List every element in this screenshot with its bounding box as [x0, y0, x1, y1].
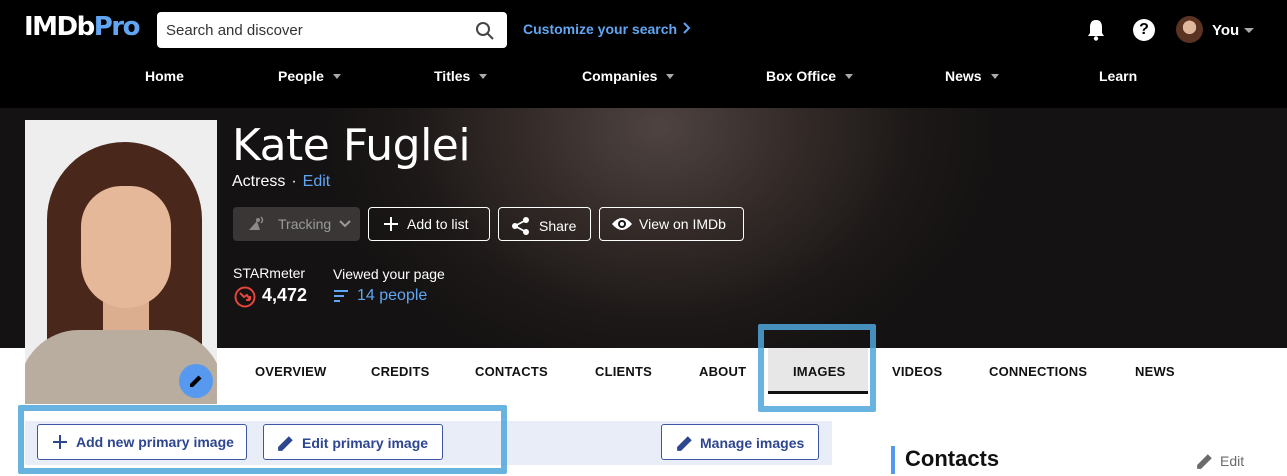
nav-item-companies[interactable]: Companies — [582, 68, 675, 84]
view-on-imdb-label: View on IMDb — [639, 216, 726, 232]
chevron-down-icon — [332, 74, 341, 79]
tracking-button[interactable]: Tracking — [233, 207, 360, 241]
edit-role-link[interactable]: Edit — [303, 173, 331, 190]
pencil-icon — [190, 375, 202, 387]
user-avatar[interactable] — [1176, 16, 1203, 43]
nav-item-label: Learn — [1099, 68, 1138, 84]
viewed-page-label: Viewed your page — [333, 266, 445, 282]
nav-item-label: News — [945, 68, 982, 84]
add-to-list-button[interactable]: Add to list — [368, 207, 490, 241]
view-on-imdb-button[interactable]: View on IMDb — [599, 207, 744, 241]
contacts-accent-bar — [891, 446, 895, 474]
viewed-page-count[interactable]: 14 people — [357, 287, 427, 305]
contacts-edit-label: Edit — [1220, 453, 1245, 469]
profile-role-line: Actress · Edit — [232, 173, 330, 191]
profile-name: Kate Fuglei — [232, 120, 471, 171]
tab-about[interactable]: ABOUT — [699, 364, 746, 379]
eye-icon — [612, 218, 632, 230]
profile-role: Actress — [232, 173, 286, 190]
user-menu-label[interactable]: You — [1212, 22, 1239, 39]
nav-item-label: Home — [145, 68, 184, 84]
manage-images-button[interactable]: Manage images — [661, 424, 819, 460]
nav-item-label: People — [278, 68, 324, 84]
trend-down-icon — [234, 286, 256, 308]
list-lines-icon — [334, 290, 348, 302]
role-separator: · — [291, 173, 297, 190]
plus-icon — [384, 217, 398, 231]
images-tab-highlight — [758, 324, 876, 412]
pencil-icon — [1197, 454, 1212, 469]
starmeter-value: 4,472 — [262, 285, 308, 305]
nav-item-learn[interactable]: Learn — [1099, 68, 1137, 84]
contacts-edit-button[interactable]: Edit — [1196, 452, 1244, 470]
customize-search-label: Customize your search — [523, 21, 678, 37]
tab-contacts[interactable]: CONTACTS — [475, 364, 548, 379]
tab-videos[interactable]: VIDEOS — [892, 364, 942, 379]
tab-overview[interactable]: OVERVIEW — [255, 364, 326, 379]
customize-search-link[interactable]: Customize your search — [523, 21, 691, 37]
chevron-down-icon — [666, 74, 675, 79]
search-box — [157, 12, 507, 48]
tab-credits[interactable]: CREDITS — [371, 364, 429, 379]
share-button[interactable]: Share — [498, 207, 591, 241]
nav-item-label: Companies — [582, 68, 658, 84]
profile-photo[interactable] — [25, 120, 217, 404]
nav-item-label: Box Office — [766, 68, 837, 84]
search-input[interactable] — [157, 12, 457, 48]
chevron-down-icon — [339, 220, 351, 228]
manage-images-label: Manage images — [700, 435, 805, 451]
contacts-title: Contacts — [905, 446, 1000, 471]
chevron-down-icon[interactable] — [1244, 28, 1254, 33]
nav-item-people[interactable]: People — [278, 68, 341, 84]
nav-item-titles[interactable]: Titles — [434, 68, 488, 84]
nav-item-box-office[interactable]: Box Office — [766, 68, 854, 84]
logo-pro: Pro — [93, 12, 141, 42]
tab-clients[interactable]: CLIENTS — [595, 364, 652, 379]
chevron-down-icon — [990, 74, 999, 79]
edit-photo-button[interactable] — [179, 364, 213, 398]
tab-news[interactable]: NEWS — [1135, 364, 1175, 379]
tracking-label: Tracking — [278, 216, 332, 232]
chevron-down-icon — [479, 74, 488, 79]
chevron-right-icon — [683, 22, 691, 34]
add-to-list-label: Add to list — [407, 216, 469, 232]
starmeter-label: STARmeter — [233, 265, 306, 281]
satellite-icon — [249, 216, 264, 230]
nav-item-news[interactable]: News — [945, 68, 999, 84]
chevron-down-icon — [845, 74, 854, 79]
bell-icon[interactable] — [1085, 18, 1107, 42]
share-icon — [512, 217, 529, 235]
search-icon[interactable] — [475, 21, 495, 41]
nav-item-home[interactable]: Home — [145, 68, 184, 84]
share-label: Share — [539, 218, 577, 234]
logo-main: IMDb — [24, 12, 95, 42]
nav-item-label: Titles — [434, 68, 471, 84]
tab-connections[interactable]: CONNECTIONS — [989, 364, 1087, 379]
main-nav: Home People Titles Companies Box Office … — [0, 64, 1287, 90]
imdbpro-logo[interactable]: IMDbPro — [24, 12, 141, 42]
help-icon[interactable]: ? — [1133, 19, 1155, 41]
image-buttons-highlight — [18, 405, 507, 474]
pencil-icon — [677, 436, 692, 451]
